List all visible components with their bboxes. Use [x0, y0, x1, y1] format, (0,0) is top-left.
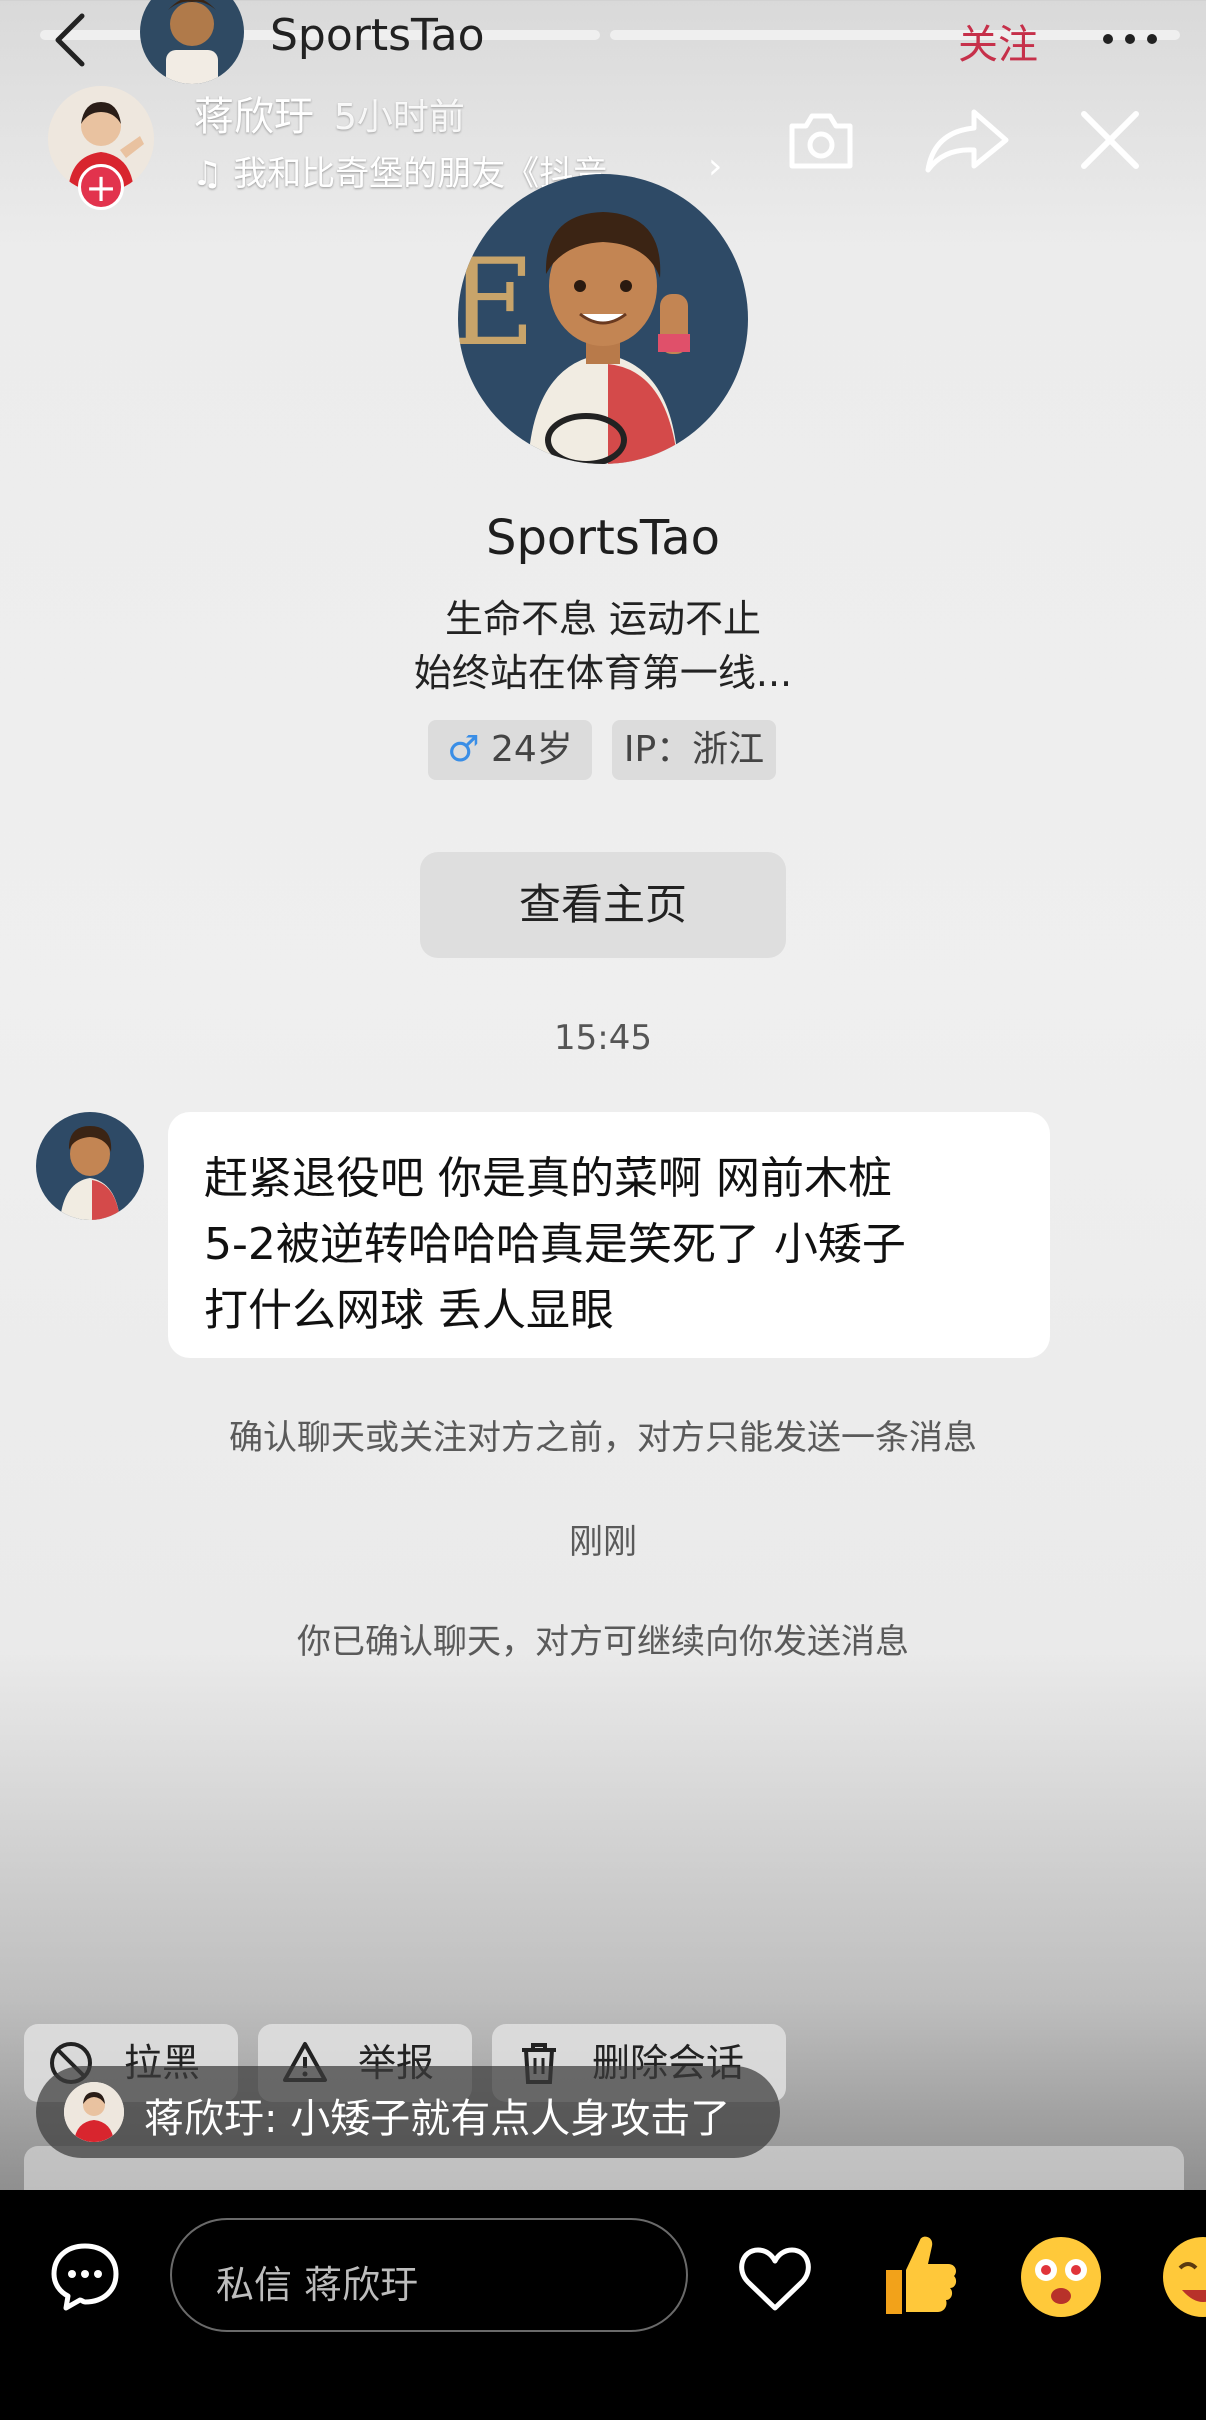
just-now-timestamp: 刚刚 [569, 1522, 637, 1562]
comment-text: 蒋欣玗: 小矮子就有点人身攻击了 [144, 2096, 731, 2142]
comment-avatar [64, 2082, 124, 2142]
male-icon: ♂ [447, 729, 480, 770]
story-time: 5小时前 [334, 97, 465, 138]
share-arrow-icon[interactable] [922, 104, 1012, 178]
age-label: 24岁 [490, 729, 573, 770]
message-line-3: 打什么网球 丢人显眼 [204, 1285, 614, 1336]
chat-header-avatar[interactable] [140, 0, 244, 84]
profile-bio: 生命不息 运动不止 始终站在体育第一线... [0, 592, 1206, 700]
message-bubble[interactable]: 赶紧退役吧 你是真的菜啊 网前木桩 5-2被逆转哈哈哈真是笑死了 小矮子 打什么… [168, 1112, 1050, 1358]
bio-line-1: 生命不息 运动不止 [444, 597, 762, 641]
laughing-emoji-icon[interactable] [1160, 2234, 1206, 2320]
chevron-right-icon[interactable]: › [708, 146, 722, 187]
sender-avatar[interactable] [36, 1112, 144, 1220]
view-homepage-button[interactable]: 查看主页 [420, 852, 786, 958]
chat-header-bar-right [610, 30, 1180, 40]
confirmed-notice: 你已确认聊天，对方可继续向你发送消息 [297, 1622, 909, 1662]
starry-eyes-emoji-icon[interactable] [1018, 2234, 1104, 2320]
comment-bubble-icon[interactable] [48, 2240, 122, 2314]
back-arrow-icon[interactable] [42, 10, 102, 70]
heart-icon[interactable] [738, 2246, 812, 2312]
follow-plus-badge[interactable]: + [78, 164, 124, 210]
message-line-2: 5-2被逆转哈哈哈真是笑死了 小矮子 [204, 1219, 906, 1270]
chat-header-title: SportsTao [270, 10, 485, 61]
age-tag: ♂ 24岁 [428, 720, 592, 780]
more-icon[interactable] [1100, 32, 1160, 46]
close-icon[interactable] [1074, 104, 1146, 176]
profile-avatar[interactable]: E [458, 174, 748, 464]
profile-name: SportsTao [485, 510, 721, 566]
message-line-1: 赶紧退役吧 你是真的菜啊 网前木桩 [204, 1153, 892, 1204]
thumbs-up-emoji-icon[interactable] [876, 2230, 960, 2320]
ip-tag: IP：浙江 [612, 720, 776, 780]
bio-line-2: 始终站在体育第一线... [413, 651, 793, 695]
story-author-name[interactable]: 蒋欣玗 [194, 84, 314, 142]
limit-notice: 确认聊天或关注对方之前，对方只能发送一条消息 [229, 1418, 977, 1458]
dm-placeholder: 私信 蒋欣玗 [216, 2263, 419, 2307]
message-timestamp: 15:45 [554, 1018, 652, 1058]
svg-text:E: E [458, 234, 536, 373]
follow-button[interactable]: 关注 [958, 12, 1038, 70]
camera-icon[interactable] [784, 104, 858, 178]
